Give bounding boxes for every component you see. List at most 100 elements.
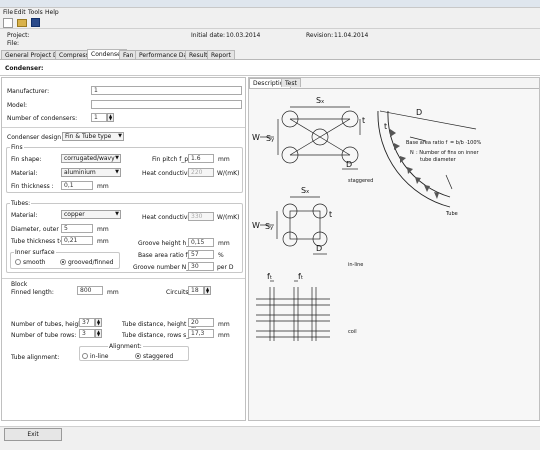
title-bar: [0, 0, 540, 8]
tube-t-label: t: [384, 122, 387, 131]
finned-length-label: Finned length:: [11, 289, 54, 296]
fin-thickness-unit: mm: [97, 183, 109, 190]
fin-shape-value: corrugated/wavy: [64, 155, 115, 162]
fin-pitch-unit: mm: [218, 156, 230, 163]
tube-dist-height-field[interactable]: 20: [188, 318, 214, 327]
main-tab-strip: General Project Data Compressor Condense…: [0, 49, 540, 60]
section-title: Condenser:: [5, 65, 44, 72]
save-icon[interactable]: [31, 18, 40, 27]
staggered-label: staggered: [143, 353, 174, 360]
grooved-radio[interactable]: [60, 259, 66, 265]
tubes-height-field[interactable]: 37: [79, 318, 95, 327]
tube-rows-field[interactable]: 3: [79, 329, 95, 338]
dim-fp-label: ft: [298, 272, 303, 281]
project-info: Project: File: Initial date: 10.03.2014 …: [0, 29, 540, 49]
fin-pitch-field[interactable]: 1.6: [188, 154, 214, 163]
revision-label: Revision:: [306, 32, 334, 39]
tab-report[interactable]: Report: [207, 50, 235, 59]
tube-label: Tube: [445, 211, 458, 217]
dim-t-label: t: [362, 116, 365, 125]
inline-caption: in-line: [348, 262, 363, 268]
dim-sy2-label: Sy: [265, 222, 273, 231]
model-field[interactable]: [91, 100, 242, 109]
menu-help[interactable]: Help: [45, 9, 59, 16]
fin-thickness-field[interactable]: 0,1: [61, 181, 93, 190]
chevron-down-icon: ▼: [118, 133, 122, 139]
tubes-height-stepper[interactable]: ▲ ▼: [95, 318, 102, 327]
menu-edit[interactable]: Edit: [14, 9, 26, 16]
tube-dist-rows-field[interactable]: 17,3: [188, 329, 214, 338]
chevron-down-icon: ▼: [115, 155, 119, 161]
tube-d-label: D: [416, 108, 422, 117]
tube-heat-cond-field: 330: [188, 212, 214, 221]
groove-height-field[interactable]: 0,15: [188, 238, 214, 247]
tube-thickness-field[interactable]: 0,21: [61, 236, 93, 245]
fin-material-value: aluminium: [64, 169, 96, 176]
num-condensers-stepper[interactable]: ▲ ▼: [107, 113, 114, 122]
tube-dist-rows-unit: mm: [218, 332, 230, 339]
coil-caption: coil: [348, 329, 357, 335]
ng-note-3: tube diameter: [420, 157, 457, 163]
dim-d2-label: D: [316, 244, 322, 253]
staggered-radio[interactable]: [135, 353, 141, 359]
fin-heat-cond-field: 220: [188, 168, 214, 177]
block-title: Block: [11, 281, 28, 288]
inner-surface-title: Inner surface: [14, 249, 56, 256]
open-folder-icon[interactable]: [17, 19, 27, 27]
condenser-design-value: Fin & Tube type: [65, 133, 112, 140]
dim-sx2-label: Sx: [301, 186, 309, 195]
tube-material-value: copper: [64, 211, 85, 218]
bottom-bar: [0, 426, 540, 450]
dim-sy-label: Sy: [266, 134, 274, 143]
manufacturer-field[interactable]: 1: [91, 86, 242, 95]
circuits-label: Circuits:: [166, 289, 191, 296]
divider-2: [2, 278, 245, 279]
tube-rows-stepper[interactable]: ▲ ▼: [95, 329, 102, 338]
circuits-stepper[interactable]: ▲ ▼: [204, 286, 211, 295]
dim-fp-sub: t: [301, 275, 303, 281]
dim-sy2-sub: y: [270, 225, 273, 231]
grooved-label: grooved/finned: [68, 259, 114, 266]
fin-pitch-label: Fin pitch f_p=: [152, 156, 194, 163]
finned-length-unit: mm: [107, 289, 119, 296]
condenser-design-label: Condenser design: [7, 134, 62, 141]
dim-ft-sub: t: [270, 275, 272, 281]
condenser-design-select[interactable]: Fin & Tube type ▼: [62, 132, 124, 141]
file-label: File:: [7, 40, 20, 47]
left-panel: Manufacturer: 1 Model: Number of condens…: [1, 77, 246, 421]
initial-date-value: 10.03.2014: [226, 32, 261, 39]
tube-thickness-label: Tube thickness t=: [11, 238, 65, 245]
model-label: Model:: [7, 102, 28, 109]
inline-radio[interactable]: [82, 353, 88, 359]
tube-diameter-unit: mm: [97, 226, 109, 233]
dim-sx2-sub: x: [306, 189, 309, 195]
toolbar: [0, 17, 540, 29]
base-ratio-field[interactable]: 57: [188, 250, 214, 259]
tube-material-select[interactable]: copper ▼: [61, 210, 121, 219]
ng-note-2: : Number of fins on inner: [416, 150, 479, 156]
fin-shape-select[interactable]: corrugated/wavy ▼: [61, 154, 121, 163]
tab-test[interactable]: Test: [281, 78, 301, 87]
chevron-down-icon: ▼: [115, 211, 119, 217]
dim-w-label: W: [252, 133, 260, 142]
tube-diameter-field[interactable]: 5: [61, 224, 93, 233]
fin-material-label: Material:: [11, 170, 38, 177]
exit-button-label: Exit: [27, 431, 39, 438]
exit-button[interactable]: Exit: [4, 428, 62, 441]
dim-sx-sub: x: [321, 99, 324, 105]
finned-length-field[interactable]: 800: [77, 286, 103, 295]
staggered-caption: staggered: [348, 178, 373, 184]
fin-material-select[interactable]: aluminium ▼: [61, 168, 121, 177]
fin-heat-cond-unit: W/(mK): [217, 170, 240, 177]
initial-date-label: Initial date:: [191, 32, 226, 39]
menu-tools[interactable]: Tools: [28, 9, 43, 16]
new-file-icon[interactable]: [3, 18, 13, 28]
menu-file[interactable]: File: [3, 9, 13, 16]
num-condensers-field[interactable]: 1: [91, 113, 107, 122]
tube-heat-cond-unit: W/(mK): [217, 214, 240, 221]
tube-dist-rows-label: Tube distance, rows s_x=: [122, 332, 198, 339]
circuits-field[interactable]: 18: [188, 286, 204, 295]
smooth-radio[interactable]: [15, 259, 21, 265]
revision-value: 11.04.2014: [334, 32, 369, 39]
groove-number-field[interactable]: 30: [188, 262, 214, 271]
